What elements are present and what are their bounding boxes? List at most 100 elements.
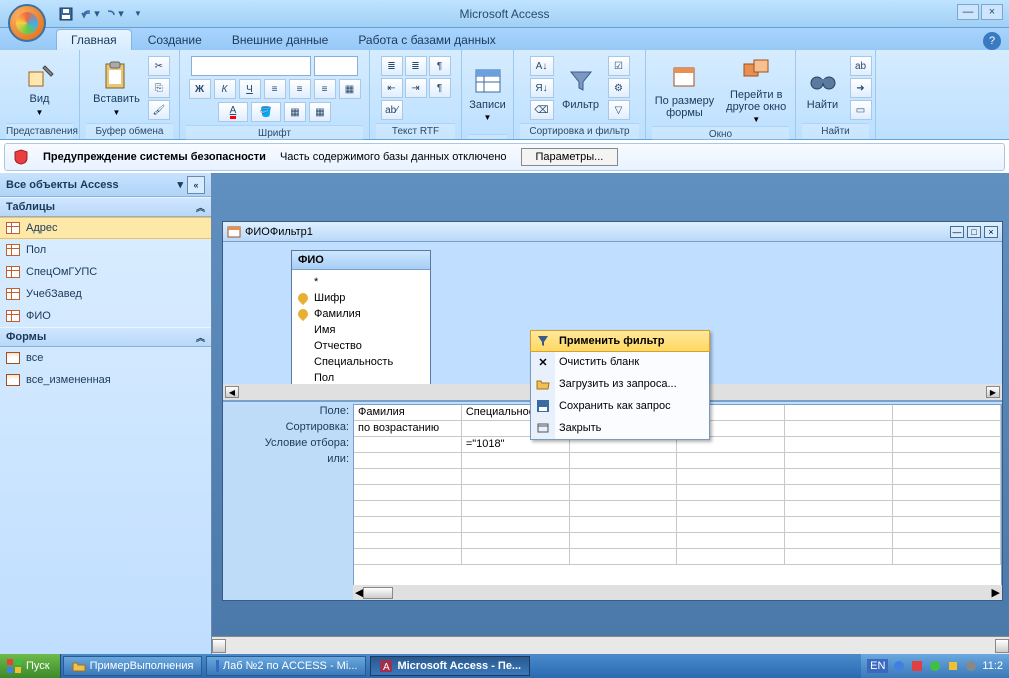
alt-fill-icon[interactable]: ▦ [309,102,331,122]
font-color-icon[interactable]: A [218,102,248,122]
nav-item-table[interactable]: СпецОмГУПС [0,261,211,283]
numbering-icon[interactable]: ≣ [405,56,427,76]
nav-item-table[interactable]: Пол [0,239,211,261]
find-button[interactable]: Найти [800,63,846,113]
align-center-icon[interactable]: ≡ [289,79,311,99]
goto-icon[interactable]: ➜ [850,78,872,98]
format-painter-icon[interactable]: 🖌 [148,100,170,120]
fit-form-button[interactable]: По размеру формы [651,59,718,121]
indent-dec-icon[interactable]: ⇤ [381,78,403,98]
undo-icon[interactable]: ▾ [80,4,100,24]
language-indicator[interactable]: EN [867,659,888,673]
nav-item-table[interactable]: Адрес [0,217,211,239]
scroll-right-icon[interactable] [995,639,1009,653]
gridlines-icon[interactable]: ▦ [339,79,361,99]
filter-window-titlebar[interactable]: ФИОФильтр1 — □ × [223,222,1002,242]
selection-filter-icon[interactable]: ☑ [608,56,630,76]
ctx-apply-filter[interactable]: Применить фильтр [530,330,710,352]
toggle-filter-icon[interactable]: ▽ [608,100,630,120]
field-item[interactable]: Фамилия [294,306,428,322]
security-options-button[interactable]: Параметры... [521,148,619,166]
view-button[interactable]: Вид ▼ [17,57,63,118]
nav-pane-header[interactable]: Все объекты Access ▾ « [0,173,211,197]
nav-item-form[interactable]: все_измененная [0,369,211,391]
ctx-load-from-query[interactable]: Загрузить из запроса... [531,373,709,395]
underline-button[interactable]: Ч [239,79,261,99]
mdi-close-button[interactable]: × [984,226,998,238]
filter-button[interactable]: Фильтр [558,63,604,113]
mdi-minimize-button[interactable]: — [950,226,964,238]
gridlines2-icon[interactable]: ▦ [284,102,306,122]
close-button[interactable]: × [981,4,1003,20]
save-icon[interactable] [56,4,76,24]
tray-icon[interactable] [928,659,942,673]
paste-button[interactable]: Вставить ▼ [89,57,144,118]
taskbar-item[interactable]: W Лаб №2 по ACCESS - Mi... [206,656,366,676]
scroll-left-icon[interactable] [212,639,226,653]
ltr-icon[interactable]: ¶ [429,56,451,76]
select-icon[interactable]: ▭ [850,100,872,120]
tab-external[interactable]: Внешние данные [218,30,343,50]
tab-create[interactable]: Создание [134,30,216,50]
align-right-icon[interactable]: ≡ [314,79,336,99]
ctx-save-as-query[interactable]: Сохранить как запрос [531,395,709,417]
qat-dropdown-icon[interactable]: ▼ [128,4,148,24]
nav-item-table[interactable]: УчебЗавед [0,283,211,305]
nav-collapse-button[interactable]: « [187,176,205,194]
italic-button[interactable]: К [214,79,236,99]
redo-icon[interactable]: ▾ [104,4,124,24]
field-item[interactable]: Шифр [294,290,428,306]
h-scrollbar[interactable]: ◀ ▶ [353,585,1002,600]
tray-icon[interactable] [910,659,924,673]
nav-item-table[interactable]: ФИО [0,305,211,327]
indent-inc-icon[interactable]: ⇥ [405,78,427,98]
tray-icon[interactable] [892,659,906,673]
field-item[interactable]: * [294,274,428,290]
tab-home[interactable]: Главная [56,29,132,50]
group-views-label: Представления [6,123,73,139]
scroll-thumb[interactable] [363,587,393,599]
field-list[interactable]: ФИО * Шифр Фамилия Имя Отчество Специаль… [291,250,431,391]
field-item[interactable]: Специальность [294,354,428,370]
tray-icon[interactable] [964,659,978,673]
taskbar-item[interactable]: ПримерВыполнения [63,656,203,676]
bold-button[interactable]: Ж [189,79,211,99]
nav-category-tables[interactable]: Таблицы︽ [0,197,211,217]
minimize-button[interactable]: — [957,4,979,20]
font-size-select[interactable] [314,56,358,76]
cut-icon[interactable]: ✂ [148,56,170,76]
switch-window-button[interactable]: Перейти в другое окно ▼ [722,53,790,126]
ctx-close[interactable]: Закрыть [531,417,709,439]
nav-category-forms[interactable]: Формы︽ [0,327,211,347]
highlight-icon[interactable]: ab⁄ [381,100,403,120]
bullets-icon[interactable]: ≣ [381,56,403,76]
mdi-maximize-button[interactable]: □ [967,226,981,238]
scroll-right-icon[interactable]: ▶ [992,586,1000,599]
copy-icon[interactable]: ⎘ [148,78,170,98]
align-left-icon[interactable]: ≡ [264,79,286,99]
clear-sort-icon[interactable]: ⌫ [530,100,554,120]
records-button[interactable]: Записи ▼ [465,63,511,124]
sort-desc-icon[interactable]: Я↓ [530,78,554,98]
mdi-h-scrollbar[interactable] [212,636,1009,654]
replace-icon[interactable]: ab [850,56,872,76]
sort-asc-icon[interactable]: A↓ [530,56,554,76]
start-button[interactable]: Пуск [0,654,61,678]
rtl-icon[interactable]: ¶ [429,78,451,98]
fill-color-icon[interactable]: 🪣 [251,102,281,122]
advanced-filter-icon[interactable]: ⚙ [608,78,630,98]
taskbar-item[interactable]: A Microsoft Access - Пе... [370,656,530,676]
scroll-left-icon[interactable]: ◀ [225,386,239,398]
clock[interactable]: 11:2 [982,660,1003,672]
field-item[interactable]: Отчество [294,338,428,354]
tray-icon[interactable] [946,659,960,673]
tab-dbtools[interactable]: Работа с базами данных [344,30,509,50]
ctx-clear-grid[interactable]: ✕ Очистить бланк [531,351,709,373]
field-item[interactable]: Имя [294,322,428,338]
help-icon[interactable]: ? [983,32,1001,50]
font-family-select[interactable] [191,56,311,76]
scroll-left-icon[interactable]: ◀ [355,586,363,599]
nav-item-form[interactable]: все [0,347,211,369]
scroll-right-icon[interactable]: ▶ [986,386,1000,398]
office-button[interactable] [8,4,46,42]
